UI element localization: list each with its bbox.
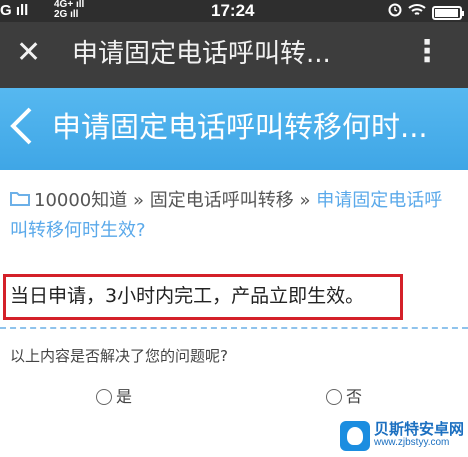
clock: 17:24: [211, 1, 255, 20]
breadcrumb: 10000知道 » 固定电话呼叫转移 » 申请固定电话呼叫转移何时生效?: [10, 186, 460, 246]
wifi-icon: [408, 3, 426, 22]
breadcrumb-separator: »: [299, 190, 311, 211]
signal-indicator: G ıll: [0, 2, 29, 19]
network-indicator: 4G+ ıll 2G ıll: [54, 0, 84, 20]
close-icon[interactable]: ✕: [16, 36, 41, 70]
status-icons: [388, 3, 464, 22]
radio-icon[interactable]: [96, 389, 112, 405]
folder-icon: [10, 186, 30, 216]
feedback-no-option[interactable]: 否: [326, 386, 362, 408]
feedback-yes-label: 是: [116, 387, 133, 406]
page-title: 申请固定电话呼叫转移何时...: [52, 110, 428, 144]
page-header: 申请固定电话呼叫转移何时...: [0, 88, 468, 170]
radio-icon[interactable]: [326, 389, 342, 405]
more-vertical-icon[interactable]: ⋮: [412, 37, 442, 67]
battery-icon: [432, 5, 464, 20]
breadcrumb-item-home[interactable]: 10000知道: [34, 190, 127, 211]
feedback-no-label: 否: [346, 387, 363, 406]
feedback-question: 以上内容是否解决了您的问题呢?: [10, 347, 228, 365]
chevron-left-icon[interactable]: [8, 106, 34, 153]
window-title: 申请固定电话呼叫转...: [72, 39, 331, 69]
network-2g-label: 2G ıll: [54, 9, 79, 20]
title-bar: ✕ 申请固定电话呼叫转... ⋮: [0, 22, 468, 88]
status-bar: G ıll 4G+ ıll 2G ıll 17:24: [0, 0, 468, 22]
answer-text: 当日申请，3小时内完工，产品立即生效。: [10, 285, 365, 307]
feedback-yes-option[interactable]: 是: [96, 386, 132, 408]
watermark-url: www.zjbstyy.com: [373, 437, 450, 448]
alarm-icon: [388, 3, 402, 22]
watermark: 贝斯特安卓网 www.zjbstyy.com: [339, 420, 464, 451]
divider: [0, 327, 468, 329]
watermark-logo-icon: [339, 421, 370, 451]
breadcrumb-separator: »: [133, 190, 145, 211]
watermark-name: 贝斯特安卓网: [373, 420, 464, 438]
breadcrumb-item-category[interactable]: 固定电话呼叫转移: [150, 190, 294, 211]
